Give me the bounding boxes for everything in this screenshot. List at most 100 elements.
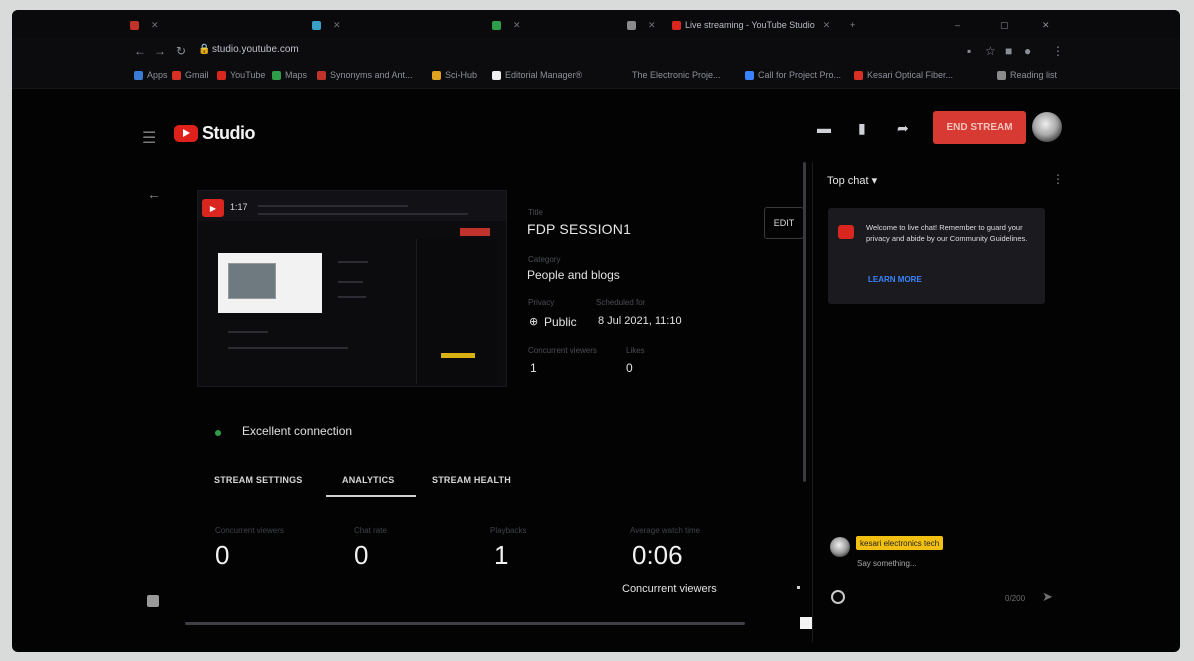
title-label: Title xyxy=(528,208,543,217)
stat-label: Average watch time xyxy=(630,526,701,535)
browser-tab[interactable]: ✕ xyxy=(492,17,521,33)
account-avatar[interactable] xyxy=(1032,112,1062,142)
bookmark-youtube[interactable]: YouTube xyxy=(217,70,265,80)
bookmark-label: Reading list xyxy=(1010,70,1058,80)
close-tab-icon[interactable]: ✕ xyxy=(648,20,656,31)
bookmark-call-for-project[interactable]: Call for Project Pro... xyxy=(745,70,841,80)
url-field[interactable]: studio.youtube.com xyxy=(212,44,299,55)
stat-concurrent-viewers: 0 xyxy=(215,540,230,570)
category-label: Category xyxy=(528,255,561,264)
close-tab-icon[interactable]: ✕ xyxy=(151,20,159,31)
browser-tab[interactable]: ✕ xyxy=(130,17,159,33)
window-minimize-icon[interactable]: – xyxy=(955,17,960,33)
bookmark-label: Gmail xyxy=(185,70,209,80)
browser-tab[interactable]: ✕ xyxy=(312,17,341,33)
chat-user-avatar xyxy=(830,537,850,557)
end-stream-button[interactable]: END STREAM xyxy=(933,111,1026,144)
chat-user-name: kesari electronics tech xyxy=(856,536,944,550)
preview-line xyxy=(338,296,366,298)
cast-icon[interactable]: ▪ xyxy=(967,44,971,58)
bookmark-maps[interactable]: Maps xyxy=(272,70,307,80)
preview-red-button xyxy=(460,228,490,236)
connection-status-dot xyxy=(215,430,221,436)
preview-card xyxy=(218,253,322,313)
screen: ✕ ✕ ✕ ✕ Live streaming - YouTube Studio … xyxy=(12,10,1180,652)
feedback-icon[interactable] xyxy=(147,595,159,607)
learn-more-link[interactable]: LEARN MORE xyxy=(868,275,922,284)
close-tab-icon[interactable]: ✕ xyxy=(823,20,831,31)
bookmark-scihub[interactable]: Sci-Hub xyxy=(432,70,477,80)
bookmark-label: Call for Project Pro... xyxy=(758,70,842,80)
lock-icon: 🔒 xyxy=(198,44,211,55)
connection-status: Excellent connection xyxy=(242,424,353,438)
bookmark-apps[interactable]: Apps xyxy=(134,70,168,80)
globe-icon: ⊕ xyxy=(529,316,539,328)
chat-char-count: 0/200 xyxy=(1005,594,1026,603)
active-tab-indicator xyxy=(326,495,416,497)
browser-tab[interactable]: ✕ xyxy=(627,17,656,33)
preview-yellow-bar xyxy=(441,353,475,358)
close-tab-icon[interactable]: ✕ xyxy=(513,20,521,31)
profile-icon[interactable]: ● xyxy=(1024,44,1031,58)
gmail-icon xyxy=(172,70,181,80)
bookmark-star-icon[interactable]: ☆ xyxy=(985,44,996,58)
chart-baseline xyxy=(185,622,745,625)
preview-line xyxy=(228,331,268,333)
chat-mode-dropdown[interactable]: Top chat ▾ xyxy=(827,174,877,187)
tab-favicon-icon xyxy=(130,20,139,30)
youtube-chat-icon xyxy=(838,225,854,239)
extension-icon[interactable]: ■ xyxy=(1005,44,1012,58)
back-nav-icon[interactable]: ← xyxy=(134,44,146,58)
back-arrow-icon[interactable]: ← xyxy=(147,186,161,202)
maps-icon xyxy=(272,70,281,80)
tab-stream-health[interactable]: STREAM HEALTH xyxy=(432,475,511,485)
preview-photo xyxy=(228,263,276,299)
chat-welcome-text: Welcome to live chat! Remember to guard … xyxy=(866,223,1028,243)
stat-label: Playbacks xyxy=(490,526,527,535)
address-bar: ← → ↻ 🔒 studio.youtube.com ▪ ☆ ■ ● ⋮ xyxy=(12,38,1180,66)
bookmark-electronic-project[interactable]: The Electronic Proje... xyxy=(632,70,721,80)
bookmark-editorial-manager[interactable]: Editorial Manager® xyxy=(492,70,582,80)
panel-scrollbar[interactable] xyxy=(803,162,806,482)
bookmark-gmail[interactable]: Gmail xyxy=(172,70,209,80)
preview-line xyxy=(338,261,368,263)
chat-input[interactable]: Say something... xyxy=(857,559,917,568)
bookmark-label: Sci-Hub xyxy=(445,70,478,80)
bookmark-label: The Electronic Proje... xyxy=(632,70,721,80)
bookmark-label: Apps xyxy=(147,70,168,80)
chart-point xyxy=(797,586,800,589)
new-tab-button[interactable]: + xyxy=(850,17,855,33)
preview-clock: 1:17 xyxy=(230,202,248,212)
close-tab-icon[interactable]: ✕ xyxy=(333,20,341,31)
reading-list-icon xyxy=(997,70,1006,80)
youtube-logo-icon xyxy=(174,125,198,142)
browser-tab-active[interactable]: Live streaming - YouTube Studio ✕ xyxy=(672,17,830,33)
emoji-icon[interactable] xyxy=(831,590,845,604)
bookmark-synonyms[interactable]: Synonyms and Ant... xyxy=(317,70,413,80)
bookmark-kesari-optical[interactable]: Kesari Optical Fiber... xyxy=(854,70,953,80)
forward-nav-icon[interactable]: → xyxy=(154,44,166,58)
tab-analytics[interactable]: ANALYTICS xyxy=(342,475,394,485)
tab-stream-settings[interactable]: STREAM SETTINGS xyxy=(214,475,303,485)
hamburger-menu-icon[interactable]: ☰ xyxy=(142,128,156,148)
reload-icon[interactable]: ↻ xyxy=(176,44,186,58)
tab-favicon-icon xyxy=(627,20,636,30)
studio-logo[interactable]: Studio xyxy=(174,123,256,144)
chat-more-icon[interactable]: ⋮ xyxy=(1052,172,1064,186)
preview-live-icon: ▶ xyxy=(202,199,224,217)
bookmark-icon[interactable]: ▮ xyxy=(858,120,866,137)
privacy-label: Privacy xyxy=(528,298,555,307)
bookmarks-bar: Apps Gmail YouTube Maps Synonyms and Ant… xyxy=(12,66,1180,89)
stat-average-watch-time: 0:06 xyxy=(632,540,683,570)
share-icon[interactable]: ➦ xyxy=(897,120,909,137)
bookmark-favicon-icon xyxy=(432,70,441,80)
window-close-icon[interactable]: ✕ xyxy=(1042,17,1050,33)
window-maximize-icon[interactable]: ▢ xyxy=(1000,17,1009,33)
bookmark-reading-list[interactable]: Reading list xyxy=(997,70,1057,80)
send-icon[interactable]: ➤ xyxy=(1042,589,1053,605)
tab-label: Live streaming - YouTube Studio xyxy=(685,20,815,30)
concurrent-viewers-label: Concurrent viewers xyxy=(528,346,597,355)
video-camera-icon[interactable]: ▬ xyxy=(817,120,831,136)
edit-button[interactable]: EDIT xyxy=(764,207,804,239)
browser-menu-icon[interactable]: ⋮ xyxy=(1052,44,1064,58)
